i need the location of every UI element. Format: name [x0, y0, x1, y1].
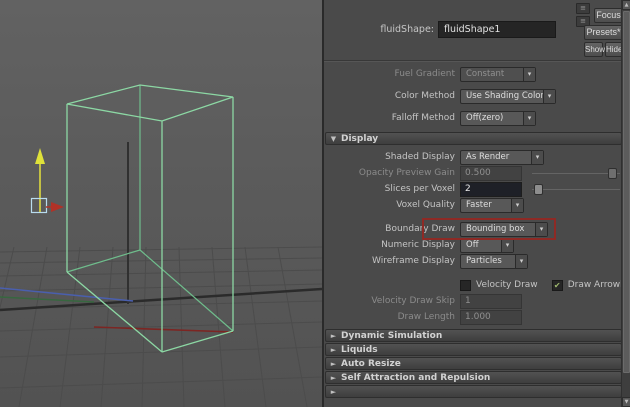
attr-label: Numeric Display — [324, 240, 460, 250]
triangle-down-icon: ▼ — [326, 135, 341, 143]
wireframe-display-dropdown[interactable]: Particles ▾ — [460, 254, 528, 269]
attr-label: Voxel Quality — [324, 200, 460, 210]
draw-arrowhead-label: Draw Arrowhead — [568, 280, 623, 290]
velocity-draw-label: Velocity Draw — [476, 280, 538, 290]
attr-row-wireframe-display: Wireframe Display Particles ▾ — [324, 253, 623, 269]
velocity-draw-skip-field — [460, 294, 522, 309]
attr-label: Color Method — [324, 91, 460, 101]
viewport-3d[interactable] — [0, 0, 322, 407]
attr-row-color-method: Color Method Use Shading Color ▾ — [324, 88, 623, 104]
triangle-right-icon: ► — [326, 374, 341, 382]
falloff-method-dropdown[interactable]: Off(zero) ▾ — [460, 111, 536, 126]
section-display[interactable]: ▼ Display — [325, 132, 622, 145]
slider-handle — [608, 168, 617, 179]
attr-row-velocity-draw-skip: Velocity Draw Skip — [324, 293, 623, 309]
attr-row-velocity-draw: Velocity Draw ✔ Draw Arrowhead — [324, 277, 623, 293]
slices-per-voxel-field[interactable] — [460, 182, 522, 197]
chevron-down-icon: ▾ — [543, 90, 555, 103]
section-dynamic-simulation[interactable]: ► Dynamic Simulation — [325, 329, 622, 342]
attr-row-boundary-draw: Boundary Draw Bounding box ▾ — [324, 221, 623, 237]
draw-arrowhead-checkbox[interactable]: ✔ — [552, 280, 563, 291]
triangle-right-icon: ► — [326, 332, 341, 340]
focus-button[interactable]: Focus — [594, 8, 623, 23]
chevron-down-icon: ▾ — [531, 151, 543, 164]
opacity-preview-gain-field — [460, 166, 522, 181]
attribute-editor-panel: fluidShape: ≡ ≡ Focus Presets* Show Hide… — [322, 0, 630, 407]
attr-row-fuel-gradient: Fuel Gradient Constant ▾ — [324, 66, 623, 82]
shape-name-input[interactable] — [438, 21, 556, 38]
attr-row-opacity-preview-gain: Opacity Preview Gain — [324, 165, 623, 181]
triangle-right-icon: ► — [326, 360, 341, 368]
viewport-background — [0, 0, 322, 407]
attribute-list: Fuel Gradient Constant ▾ Color Method Us… — [324, 62, 623, 407]
chevron-down-icon: ▾ — [511, 199, 523, 212]
attr-label: Draw Length — [324, 312, 460, 322]
voxel-quality-dropdown[interactable]: Faster ▾ — [460, 198, 524, 213]
attr-row-voxel-quality: Voxel Quality Faster ▾ — [324, 197, 623, 213]
shape-type-label: fluidShape: — [332, 24, 434, 35]
scroll-down-icon[interactable]: ▼ — [622, 397, 630, 407]
section-liquids[interactable]: ► Liquids — [325, 343, 622, 356]
attr-label: Velocity Draw Skip — [324, 296, 460, 306]
attr-row-shaded-display: Shaded Display As Render ▾ — [324, 149, 623, 165]
section-self-attraction[interactable]: ► Self Attraction and Repulsion — [325, 371, 622, 384]
slices-per-voxel-slider[interactable] — [532, 182, 620, 197]
attr-label: Falloff Method — [324, 113, 460, 123]
attr-label: Fuel Gradient — [324, 69, 460, 79]
attr-label: Boundary Draw — [324, 224, 460, 234]
shaded-display-dropdown[interactable]: As Render ▾ — [460, 150, 544, 165]
attr-label: Shaded Display — [324, 152, 460, 162]
check-icon: ✔ — [554, 281, 561, 290]
section-auto-resize[interactable]: ► Auto Resize — [325, 357, 622, 370]
maya-window: fluidShape: ≡ ≡ Focus Presets* Show Hide… — [0, 0, 630, 407]
triangle-right-icon: ► — [326, 346, 341, 354]
attr-label: Wireframe Display — [324, 256, 460, 266]
fuel-gradient-dropdown[interactable]: Constant ▾ — [460, 67, 536, 82]
attr-row-draw-length: Draw Length — [324, 309, 623, 325]
presets-button[interactable]: Presets* — [584, 25, 623, 40]
scrollbar[interactable]: ▲ ▼ — [621, 0, 630, 407]
chevron-down-icon: ▾ — [515, 255, 527, 268]
show-button[interactable]: Show — [584, 42, 603, 57]
slider-track — [532, 173, 620, 174]
attr-label: Opacity Preview Gain — [324, 168, 460, 178]
color-method-dropdown[interactable]: Use Shading Color ▾ — [460, 89, 556, 104]
opacity-preview-gain-slider — [532, 166, 620, 181]
attr-row-numeric-display: Numeric Display Off ▾ — [324, 237, 623, 253]
chevron-down-icon: ▾ — [523, 112, 535, 125]
chevron-down-icon: ▾ — [523, 68, 535, 81]
triangle-right-icon: ► — [326, 388, 341, 396]
attr-label: Slices per Voxel — [324, 184, 460, 194]
draw-length-field — [460, 310, 522, 325]
attr-row-falloff-method: Falloff Method Off(zero) ▾ — [324, 110, 623, 126]
slider-track — [532, 189, 620, 190]
attribute-editor-header: fluidShape: ≡ ≡ Focus Presets* Show Hide — [324, 0, 623, 62]
chevron-down-icon: ▾ — [535, 223, 547, 236]
boundary-draw-dropdown[interactable]: Bounding box ▾ — [460, 222, 548, 237]
velocity-draw-checkbox[interactable] — [460, 280, 471, 291]
chevron-down-icon: ▾ — [501, 239, 513, 252]
slider-handle[interactable] — [534, 184, 543, 195]
notes-icon[interactable]: ≡ — [576, 3, 590, 14]
section-partial[interactable]: ► — [325, 385, 622, 398]
scroll-up-icon[interactable]: ▲ — [622, 0, 630, 10]
viewport-canvas — [0, 0, 322, 407]
scrollbar-thumb[interactable] — [623, 11, 630, 373]
numeric-display-dropdown[interactable]: Off ▾ — [460, 238, 514, 253]
attr-row-slices-per-voxel: Slices per Voxel — [324, 181, 623, 197]
